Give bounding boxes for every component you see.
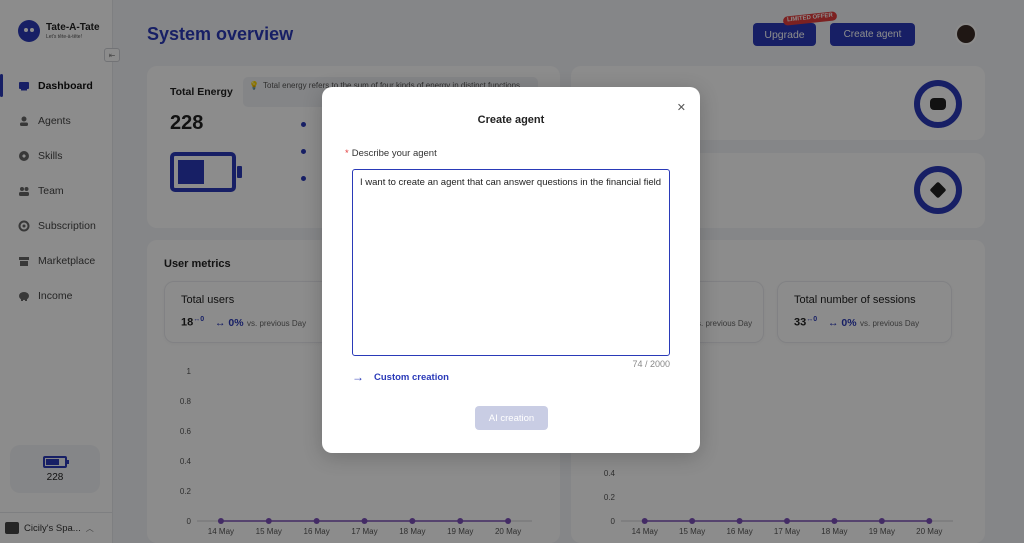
ai-creation-button[interactable]: AI creation [475, 406, 548, 430]
char-count: 74 / 2000 [632, 359, 670, 369]
arrow-right-icon: → [352, 370, 364, 384]
required-marker: * [345, 148, 349, 159]
modal-title: Create agent [477, 114, 545, 126]
describe-agent-label: * Describe your agent [345, 148, 437, 159]
close-icon[interactable]: ✕ [677, 101, 686, 114]
create-agent-modal: Create agent ✕ *Describe your agent 74 /… [322, 87, 700, 453]
custom-creation-link[interactable]: → Custom creation [352, 370, 449, 384]
describe-agent-textarea[interactable] [352, 169, 670, 356]
